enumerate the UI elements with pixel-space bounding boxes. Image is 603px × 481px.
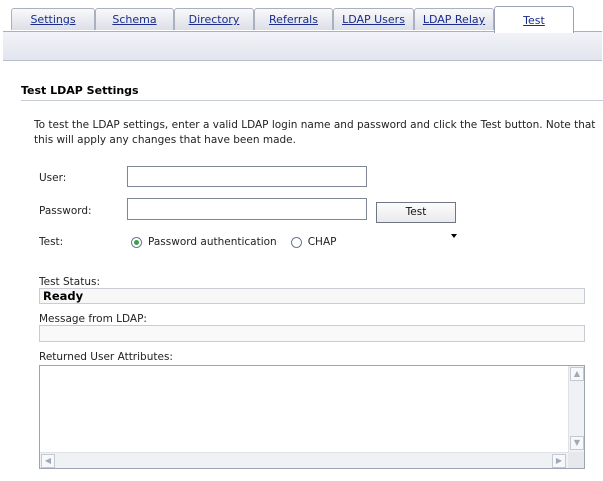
scroll-down-arrow-icon[interactable]: ▼ (570, 436, 584, 450)
tab-ldap-users[interactable]: LDAP Users (333, 8, 414, 30)
section-description: To test the LDAP settings, enter a valid… (34, 119, 596, 146)
password-label: Password: (39, 205, 92, 217)
scroll-left-arrow-icon[interactable]: ◀ (41, 454, 55, 468)
test-button[interactable]: Test (376, 202, 456, 223)
chap-radio[interactable] (290, 236, 302, 248)
user-label: User: (39, 172, 67, 184)
section-title: Test LDAP Settings (21, 84, 139, 97)
section-divider (21, 100, 603, 101)
tab-settings[interactable]: Settings (11, 8, 95, 30)
message-label: Message from LDAP: (39, 313, 147, 325)
password-input[interactable] (127, 198, 367, 220)
tab-strip: Settings Schema Directory Referrals LDAP… (0, 0, 603, 33)
horizontal-scrollbar[interactable]: ◀ ▶ (40, 452, 568, 468)
password-authentication-label[interactable]: Password authentication (148, 236, 277, 248)
scrollbar-corner (568, 452, 584, 468)
tab-directory[interactable]: Directory (174, 8, 254, 30)
tab-content-header (3, 31, 602, 61)
scroll-right-arrow-icon[interactable]: ▶ (552, 454, 566, 468)
test-status-label: Test Status: (39, 276, 101, 288)
returned-attributes-label: Returned User Attributes: (39, 351, 173, 363)
test-status-value: Ready (39, 288, 585, 304)
tab-schema[interactable]: Schema (95, 8, 174, 30)
chap-label[interactable]: CHAP (308, 236, 337, 248)
test-method-group: Password authentication CHAP (131, 235, 350, 249)
message-field (39, 325, 585, 342)
tab-test[interactable]: Test (494, 6, 574, 33)
cursor-mark (451, 234, 457, 238)
user-input[interactable] (127, 166, 367, 187)
vertical-scrollbar[interactable]: ▲ ▼ (568, 366, 584, 452)
tab-referrals[interactable]: Referrals (254, 8, 333, 30)
test-method-label: Test: (39, 236, 64, 248)
password-authentication-radio[interactable] (131, 236, 142, 248)
returned-attributes-textarea[interactable]: ▲ ▼ ◀ ▶ (39, 365, 585, 469)
scroll-up-arrow-icon[interactable]: ▲ (570, 367, 584, 381)
tab-ldap-relay[interactable]: LDAP Relay (414, 8, 494, 30)
